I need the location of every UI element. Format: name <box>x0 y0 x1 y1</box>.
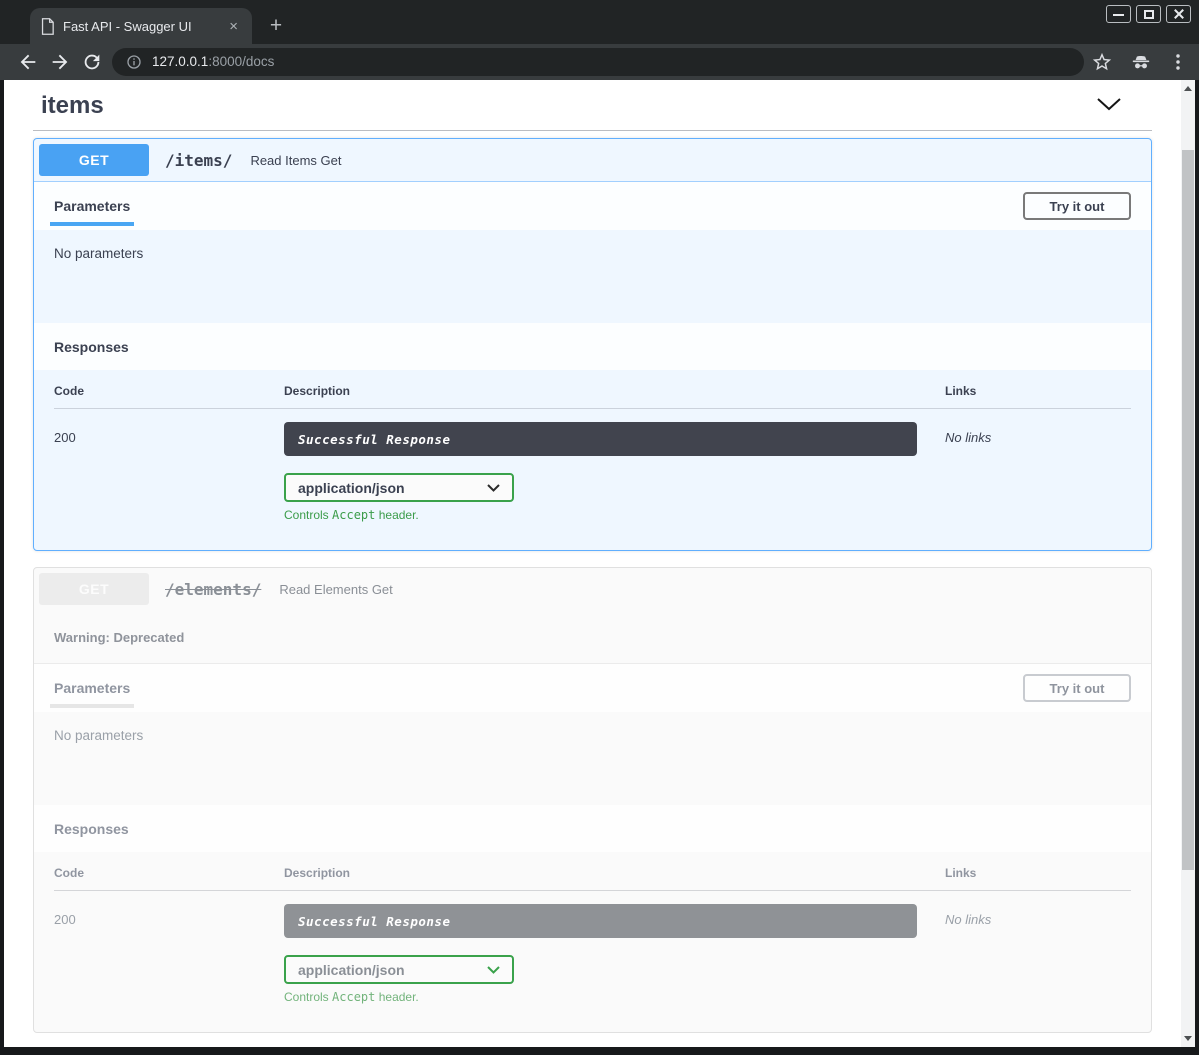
response-description-text: Successful Response <box>298 914 451 929</box>
url-path: :8000/docs <box>208 54 274 69</box>
deprecated-warning: Warning: Deprecated <box>34 610 1151 664</box>
page-content: items GET /items/ Read Items Get Paramet… <box>4 80 1181 1047</box>
col-description: Description <box>284 384 945 408</box>
op-summary-row[interactable]: GET /items/ Read Items Get <box>34 139 1151 182</box>
tab-parameters[interactable]: Parameters <box>50 666 134 710</box>
controls-accept-note: Controls Accept header. <box>284 990 945 1004</box>
op-tab-header: Parameters Try it out <box>34 182 1151 230</box>
try-it-out-button[interactable]: Try it out <box>1023 192 1131 220</box>
scroll-down-icon[interactable] <box>1181 1031 1195 1046</box>
browser-tab-strip: Fast API - Swagger UI × + <box>0 0 1199 44</box>
select-chevron-icon <box>487 484 500 492</box>
responses-header: Responses <box>34 805 1151 852</box>
site-info-icon[interactable] <box>126 54 142 70</box>
media-type-value: application/json <box>298 480 405 496</box>
responses-label: Responses <box>54 821 129 837</box>
col-links: Links <box>945 866 1131 890</box>
response-links: No links <box>945 422 1131 522</box>
tab-parameters[interactable]: Parameters <box>50 184 134 228</box>
section-title: items <box>41 92 104 120</box>
incognito-icon[interactable] <box>1130 51 1152 73</box>
tab-close-icon[interactable]: × <box>225 17 242 36</box>
try-it-out-button[interactable]: Try it out <box>1023 674 1131 702</box>
responses-table-head: Code Description Links <box>54 384 1131 409</box>
scroll-up-icon[interactable] <box>1181 81 1195 96</box>
tag-section-header[interactable]: items <box>33 88 1152 131</box>
vertical-scrollbar[interactable] <box>1181 80 1195 1047</box>
responses-table-head: Code Description Links <box>54 866 1131 891</box>
chevron-down-icon[interactable] <box>1096 97 1146 116</box>
media-type-select[interactable]: application/json <box>284 955 514 984</box>
responses-body: Code Description Links 200 Successful Re… <box>34 852 1151 1032</box>
menu-kebab-icon[interactable] <box>1167 51 1189 73</box>
media-type-select[interactable]: application/json <box>284 473 514 502</box>
reload-icon[interactable] <box>81 51 103 73</box>
select-chevron-icon <box>487 966 500 974</box>
window-controls <box>1106 5 1191 23</box>
responses-label: Responses <box>54 339 129 355</box>
url-host: 127.0.0.1 <box>152 54 208 69</box>
back-icon[interactable] <box>17 51 39 73</box>
opblock-get-elements-deprecated: GET /elements/ Read Elements Get Warning… <box>33 567 1152 1033</box>
no-parameters-text: No parameters <box>54 246 143 261</box>
no-parameters-text: No parameters <box>54 728 143 743</box>
responses-header: Responses <box>34 323 1151 370</box>
col-code: Code <box>54 384 284 408</box>
response-description-cell: Successful Response application/json Con… <box>284 904 945 1004</box>
op-summary-text: Read Items Get <box>250 153 341 168</box>
responses-body: Code Description Links 200 Successful Re… <box>34 370 1151 550</box>
col-description: Description <box>284 866 945 890</box>
new-tab-button[interactable]: + <box>262 12 290 40</box>
url-text: 127.0.0.1:8000/docs <box>152 53 274 71</box>
parameters-body: No parameters <box>34 712 1151 805</box>
response-code: 200 <box>54 904 284 1004</box>
op-tab-header: Parameters Try it out <box>34 664 1151 712</box>
method-badge: GET <box>39 573 149 605</box>
op-summary-row[interactable]: GET /elements/ Read Elements Get <box>34 568 1151 610</box>
media-type-value: application/json <box>298 962 405 978</box>
window-close-button[interactable] <box>1166 5 1191 23</box>
col-links: Links <box>945 384 1131 408</box>
response-description-box: Successful Response <box>284 422 917 456</box>
window-maximize-button[interactable] <box>1136 5 1161 23</box>
op-summary-text: Read Elements Get <box>279 582 392 597</box>
address-bar[interactable]: 127.0.0.1:8000/docs <box>112 48 1084 76</box>
browser-tab[interactable]: Fast API - Swagger UI × <box>30 8 252 44</box>
response-description-text: Successful Response <box>298 432 451 447</box>
col-code: Code <box>54 866 284 890</box>
browser-toolbar: 127.0.0.1:8000/docs <box>0 44 1199 80</box>
forward-icon[interactable] <box>49 51 71 73</box>
response-code: 200 <box>54 422 284 522</box>
page-favicon-icon <box>40 18 55 35</box>
scrollbar-thumb[interactable] <box>1182 150 1194 870</box>
method-badge: GET <box>39 144 149 176</box>
response-row: 200 Successful Response application/json… <box>54 409 1131 522</box>
opblock-get-items: GET /items/ Read Items Get Parameters Tr… <box>33 138 1152 551</box>
response-description-cell: Successful Response application/json Con… <box>284 422 945 522</box>
tab-title: Fast API - Swagger UI <box>63 19 217 34</box>
parameters-body: No parameters <box>34 230 1151 323</box>
response-links: No links <box>945 904 1131 1004</box>
controls-accept-note: Controls Accept header. <box>284 508 945 522</box>
response-row: 200 Successful Response application/json… <box>54 891 1131 1004</box>
op-path: /items/ <box>165 151 232 170</box>
op-path: /elements/ <box>165 580 261 599</box>
response-description-box: Successful Response <box>284 904 917 938</box>
bookmark-star-icon[interactable] <box>1091 51 1113 73</box>
window-minimize-button[interactable] <box>1106 5 1131 23</box>
